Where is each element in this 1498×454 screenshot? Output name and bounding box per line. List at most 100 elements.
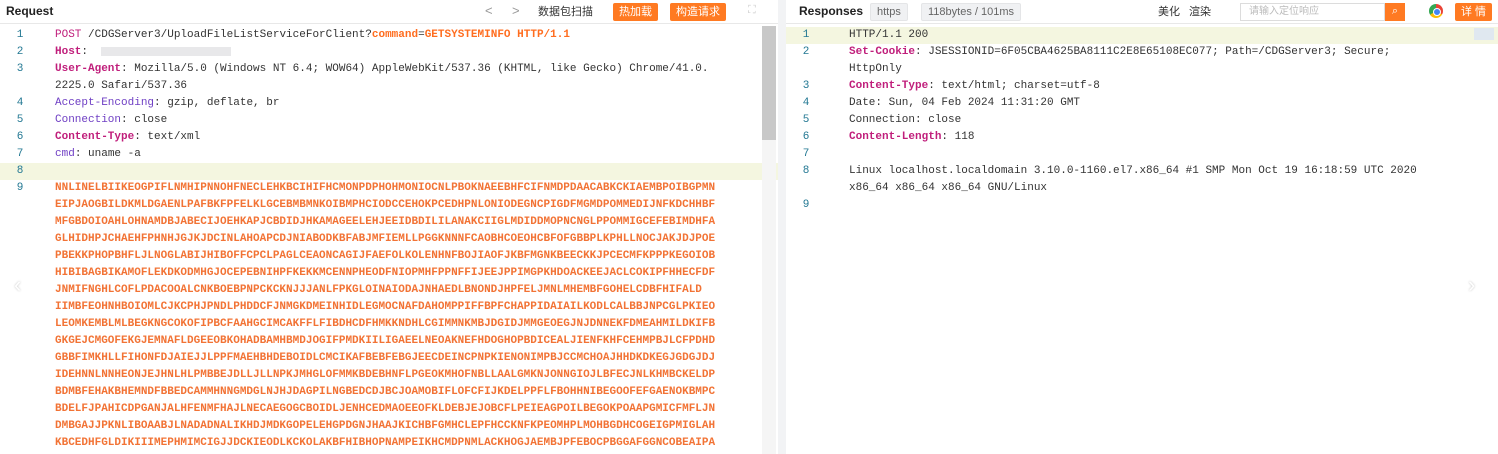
code-token: HIBIBAGBIKAMOFLEKDKODMHGJOCEPEBNIHPFKEKK… bbox=[55, 267, 716, 279]
code-line: GKGEJCMGOFEKGJEMNAFLDGEEOBKOHADBAMHBMDJO… bbox=[0, 333, 778, 350]
code-text: Content-Type: text/xml bbox=[55, 129, 760, 146]
code-token: GKGEJCMGOFEKGJEMNAFLDGEEOBKOHADBAMHBMDJO… bbox=[55, 335, 716, 347]
line-number: 9 bbox=[802, 199, 810, 211]
code-token: Connection: close bbox=[849, 114, 962, 126]
code-token: GETSYSTEMINFO bbox=[424, 29, 511, 41]
code-text: IDEHNNLNNHEONJEJHNLHLPMBBEJDLLJLLNPKJMHG… bbox=[55, 367, 760, 384]
build-request-button[interactable]: 构造请求 bbox=[670, 3, 726, 21]
line-number: 1 bbox=[802, 29, 810, 41]
code-text: Connection: close bbox=[55, 112, 760, 129]
code-token: Set-Cookie bbox=[849, 46, 916, 58]
code-line: 2 Host: bbox=[0, 44, 778, 61]
left-chevron-icon[interactable]: ‹ bbox=[14, 272, 21, 298]
code-token: IIMBFEOHNHBOIOMLCJKCPHJPNDLPHDDCFJNMGKDM… bbox=[55, 301, 716, 313]
request-scrollbar[interactable] bbox=[762, 26, 776, 454]
code-line: 2 Set-Cookie: JSESSIONID=6F05CBA4625BA811… bbox=[786, 44, 1498, 61]
code-text: 2225.0 Safari/537.36 bbox=[55, 78, 760, 95]
splitter[interactable] bbox=[778, 0, 786, 454]
code-text: BDMBFEHAKBHEMNDFBBEDCAMMHNNGMDGLNJHJDAGP… bbox=[55, 384, 760, 401]
code-token: : JSESSIONID=6F05CBA4625BA8111C2E8E65108… bbox=[915, 46, 1391, 58]
code-token: NNLINELBIIKEOGPIFLNMHIPNNOHFNECLEHKBCIHI… bbox=[55, 182, 716, 194]
code-line: 9 bbox=[786, 197, 1498, 214]
code-line: x86_64 x86_64 x86_64 GNU/Linux bbox=[786, 180, 1498, 197]
render-button[interactable]: 渲染 bbox=[1189, 3, 1211, 21]
prev-arrow-icon[interactable]: < bbox=[485, 3, 493, 18]
code-token: Content-Type bbox=[55, 131, 135, 143]
line-number: 7 bbox=[16, 148, 24, 160]
response-editor[interactable]: 1 HTTP/1.1 200 2 Set-Cookie: JSESSIONID=6F0… bbox=[786, 25, 1498, 454]
code-token: User-Agent bbox=[55, 63, 122, 75]
code-line: IDEHNNLNNHEONJEJHNLHLPMBBEJDLLJLLNPKJMHG… bbox=[0, 367, 778, 384]
code-token: Date: Sun, 04 Feb 2024 11:31:20 GMT bbox=[849, 97, 1081, 109]
code-line: 6 Content-Length: 118 bbox=[786, 129, 1498, 146]
protocol-badge: https bbox=[870, 3, 908, 21]
packet-scan-button[interactable]: 数据包扫描 bbox=[538, 3, 593, 21]
code-token: GBBFIMKHLLFIHONFDJAIEJJLPPFMAEHBHDEBOIDL… bbox=[55, 352, 716, 364]
response-title: Responses bbox=[799, 4, 864, 18]
code-token: GLHIDHPJCHAEHFPHNHJGJKJDCINLAHOAPCDJNIAB… bbox=[55, 233, 716, 245]
code-token: : Mozilla/5.0 (Windows NT 6.4; WOW64) Ap… bbox=[121, 63, 709, 75]
beautify-button[interactable]: 美化 bbox=[1158, 3, 1180, 21]
code-line: KBCEDHFGLDIKIIIMEPHMIMCIGJJDCKIEODLKCKOL… bbox=[0, 435, 778, 452]
code-line: 1 HTTP/1.1 200 bbox=[786, 27, 1498, 44]
code-text: POST /CDGServer3/UploadFileListServiceFo… bbox=[55, 27, 760, 44]
code-line: DMBGAJJPKNLIBOAABJLNADADNALIKHDJMDKGOPEL… bbox=[0, 418, 778, 435]
code-token: Content-Type bbox=[849, 80, 929, 92]
code-line: GBBFIMKHLLFIHONFDJAIEJJLPPFMAEHBHDEBOIDL… bbox=[0, 350, 778, 367]
code-line: 5 Connection: close bbox=[786, 112, 1498, 129]
code-line: 2225.0 Safari/537.36 bbox=[0, 78, 778, 95]
locate-search-input[interactable]: 请输入定位响应 bbox=[1240, 3, 1385, 21]
code-text: BDELFJPAHICDPGANJALHFENMFHAJLNECAEGOGCBO… bbox=[55, 401, 760, 418]
code-text: Content-Type: text/html; charset=utf-8 bbox=[849, 78, 1480, 95]
code-token: : close bbox=[121, 114, 168, 126]
code-text: NNLINELBIIKEOGPIFLNMHIPNNOHFNECLEHKBCIHI… bbox=[55, 180, 760, 197]
code-text: Linux localhost.localdomain 3.10.0-1160.… bbox=[849, 163, 1480, 180]
hot-load-button[interactable]: 热加载 bbox=[613, 3, 658, 21]
line-number: 4 bbox=[802, 97, 810, 109]
detail-button[interactable]: 详 情 bbox=[1455, 3, 1493, 21]
code-line: EIPJAOGBILDKMLDGAENLPAFBKFPFELKLGCEBMBMN… bbox=[0, 197, 778, 214]
code-text: cmd: uname -a bbox=[55, 146, 760, 163]
code-text: DMBGAJJPKNLIBOAABJLNADADNALIKHDJMDKGOPEL… bbox=[55, 418, 760, 435]
code-text: JNMIFNGHLCOFLPDACOOALCNKBOEBPNPCKCKNJJJA… bbox=[55, 282, 760, 299]
right-chevron-icon[interactable]: › bbox=[1468, 272, 1475, 298]
code-text: LEOMKEMBLMLBEGKNGCOKOFIPBCFAAHGCIMCAKFFL… bbox=[55, 316, 760, 333]
scrollbar-thumb[interactable] bbox=[762, 26, 776, 140]
minimap[interactable] bbox=[1474, 28, 1494, 40]
code-line: BDELFJPAHICDPGANJALHFENMFHAJLNECAEGOGCBO… bbox=[0, 401, 778, 418]
code-token: KBCEDHFGLDIKIIIMEPHMIMCIGJJDCKIEODLKCKOL… bbox=[55, 437, 716, 449]
code-line: MFGBDOIOAHLOHNAMDBJABECIJOEHKAPJCBDIDJHK… bbox=[0, 214, 778, 231]
browser-icon[interactable] bbox=[1429, 4, 1443, 18]
code-line: 1 POST /CDGServer3/UploadFileListServiceF… bbox=[0, 27, 778, 44]
code-text: MFGBDOIOAHLOHNAMDBJABECIJOEHKAPJCBDIDJHK… bbox=[55, 214, 760, 231]
code-token: PBEKKPHOPBHFLJLNOGLABIJHIBOFFCPCLPAGLCEA… bbox=[55, 250, 716, 262]
code-text: IIMBFEOHNHBOIOMLCJKCPHJPNDLPHDDCFJNMGKDM… bbox=[55, 299, 760, 316]
line-number: 2 bbox=[802, 46, 810, 58]
code-token: MFGBDOIOAHLOHNAMDBJABECIJOEHKAPJCBDIDJHK… bbox=[55, 216, 716, 228]
line-number: 2 bbox=[16, 46, 24, 58]
code-text: EIPJAOGBILDKMLDGAENLPAFBKFPFELKLGCEBMBMN… bbox=[55, 197, 760, 214]
code-token: : text/xml bbox=[134, 131, 201, 143]
search-icon[interactable]: ⌕ bbox=[1385, 3, 1405, 21]
code-line: LEOMKEMBLMLBEGKNGCOKOFIPBCFAAHGCIMCAKFFL… bbox=[0, 316, 778, 333]
code-text: HIBIBAGBIKAMOFLEKDKODMHGJOCEPEBNIHPFKEKK… bbox=[55, 265, 760, 282]
code-token: Content-Length bbox=[849, 131, 942, 143]
code-token: cmd bbox=[55, 148, 75, 160]
code-text: Content-Length: 118 bbox=[849, 129, 1480, 146]
code-line: PBEKKPHOPBHFLJLNOGLABIJHIBOFFCPCLPAGLCEA… bbox=[0, 248, 778, 265]
code-text: Host: bbox=[55, 44, 760, 61]
code-token: JNMIFNGHLCOFLPDACOOALCNKBOEBPNPCKCKNJJJA… bbox=[55, 284, 702, 296]
request-editor[interactable]: 1 POST /CDGServer3/UploadFileListServiceF… bbox=[0, 25, 778, 454]
code-token: = bbox=[418, 29, 425, 41]
code-token: DMBGAJJPKNLIBOAABJLNADADNALIKHDJMDKGOPEL… bbox=[55, 420, 716, 432]
line-number: 5 bbox=[802, 114, 810, 126]
response-toolbar: Responses https 118bytes / 101ms 美化 渲染 请… bbox=[786, 0, 1498, 24]
code-line: 7 cmd: uname -a bbox=[0, 146, 778, 163]
next-arrow-icon[interactable]: > bbox=[512, 3, 520, 18]
code-token: POST bbox=[55, 29, 89, 41]
code-line: 4 Accept-Encoding: gzip, deflate, br bbox=[0, 95, 778, 112]
code-line: GLHIDHPJCHAEHFPHNHJGJKJDCINLAHOAPCDJNIAB… bbox=[0, 231, 778, 248]
expand-icon[interactable]: ⛶ bbox=[748, 4, 756, 17]
code-token: HTTP/1.1 200 bbox=[849, 29, 929, 41]
code-text: Set-Cookie: JSESSIONID=6F05CBA4625BA8111… bbox=[849, 44, 1480, 61]
